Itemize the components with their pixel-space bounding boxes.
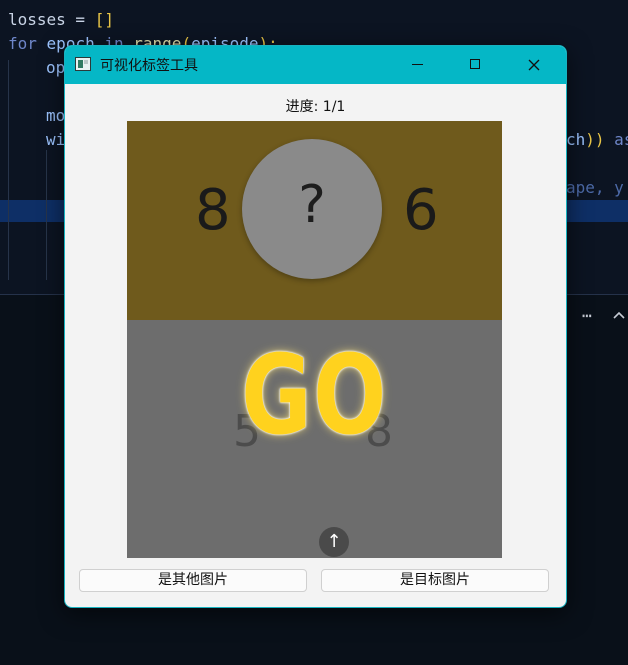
minimize-icon xyxy=(412,64,423,65)
question-mark: ? xyxy=(298,175,326,235)
close-button[interactable] xyxy=(505,46,563,84)
maximize-button[interactable] xyxy=(447,46,505,84)
preview-image: 8 ? 6 5 8 GO ↑ xyxy=(127,121,502,558)
indent-guide xyxy=(8,60,9,280)
chevron-up-icon[interactable] xyxy=(612,306,626,325)
code-fragment-right-2: ape, y xyxy=(566,178,624,197)
code-bracket: [] xyxy=(94,10,114,29)
code-fragment-right: ch)) as xyxy=(566,130,628,149)
code-line-1[interactable]: losses = [] xyxy=(8,10,114,29)
minimize-button[interactable] xyxy=(389,46,447,84)
image-digit-left: 8 xyxy=(195,178,231,243)
up-arrow-icon[interactable]: ↑ xyxy=(319,527,349,557)
code-text: losses = xyxy=(8,10,95,29)
code-keyword: for xyxy=(8,34,37,53)
indent-guide xyxy=(46,150,47,280)
more-icon[interactable]: ⋯ xyxy=(582,306,592,325)
image-top-band: 8 ? 6 xyxy=(127,121,502,320)
target-image-button[interactable]: 是目标图片 xyxy=(321,569,549,592)
mystery-circle: ? xyxy=(242,139,382,279)
window-titlebar[interactable]: 可视化标签工具 xyxy=(65,46,566,84)
go-overlay-text: GO xyxy=(241,331,388,459)
code-line-6[interactable]: wi xyxy=(46,130,65,149)
image-digit-right: 6 xyxy=(403,178,439,243)
code-line-3[interactable]: op xyxy=(46,58,65,77)
label-tool-window: 可视化标签工具 进度: 1/1 8 ? 6 5 8 GO ↑ 是其他图片 是目标… xyxy=(64,45,567,608)
progress-label: 进度: 1/1 xyxy=(285,99,346,115)
window-title: 可视化标签工具 xyxy=(100,58,198,74)
maximize-icon xyxy=(470,59,480,69)
close-icon xyxy=(528,59,540,71)
app-icon xyxy=(75,57,91,71)
other-image-button[interactable]: 是其他图片 xyxy=(79,569,307,592)
code-line-5[interactable]: mo xyxy=(46,106,65,125)
